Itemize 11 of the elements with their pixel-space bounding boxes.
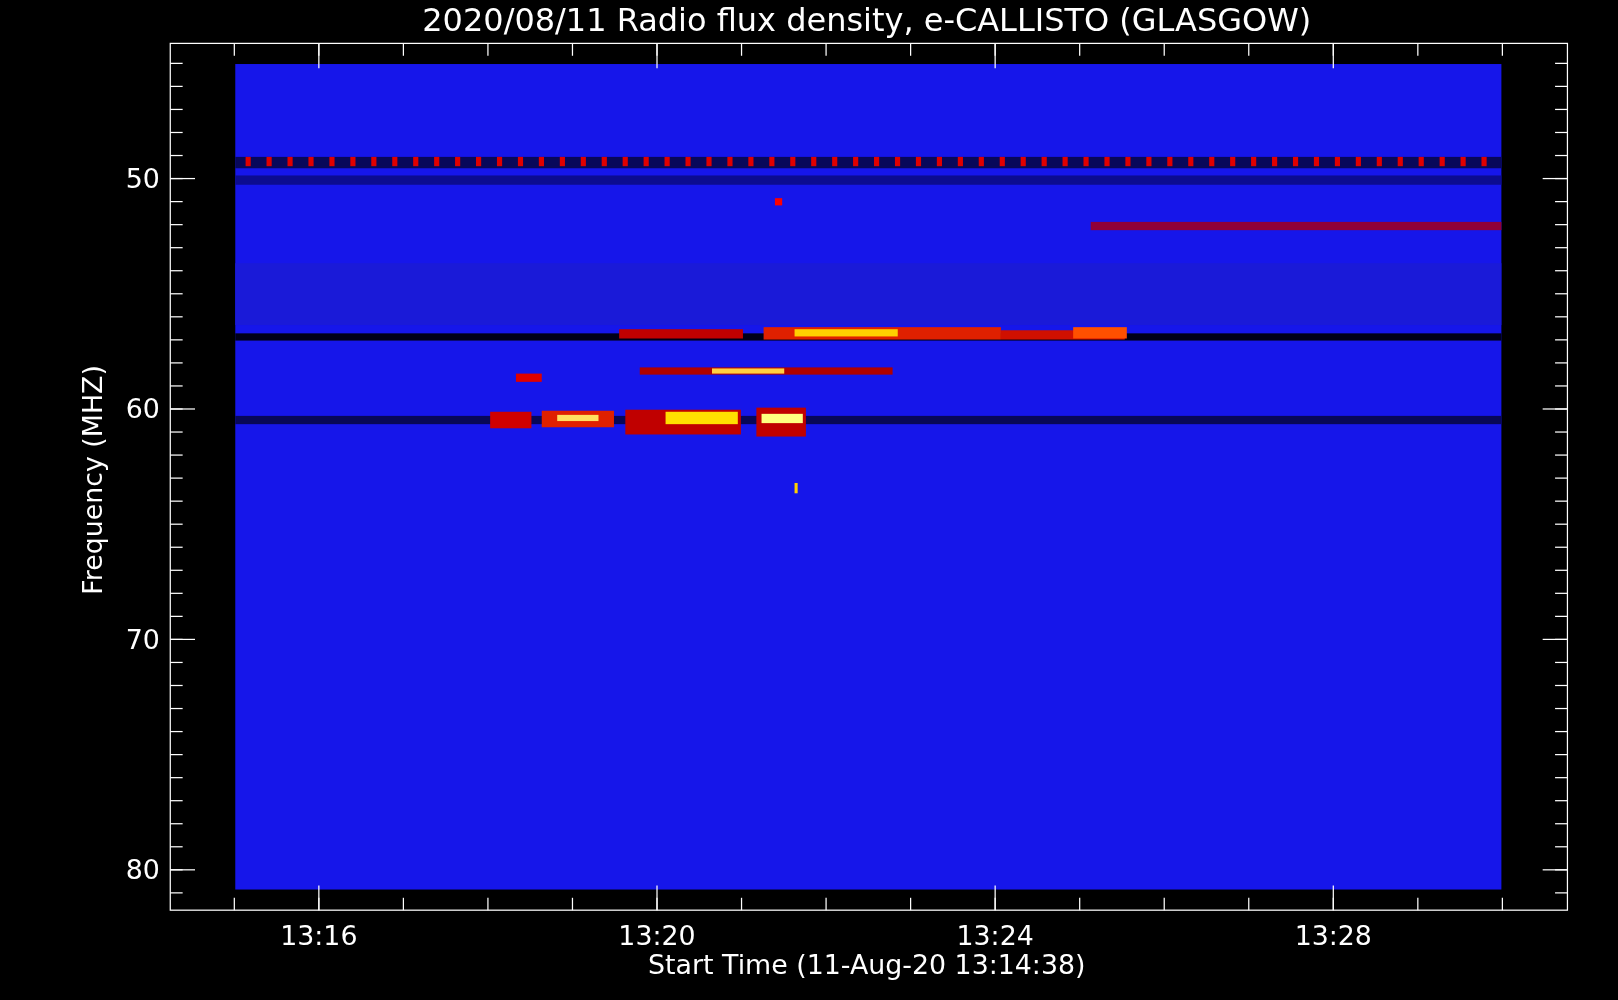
y-tick-label: 50 [125, 162, 160, 194]
x-tick-label: 13:20 [618, 920, 696, 952]
y-axis-label: Frequency (MHZ) [77, 365, 109, 595]
y-tick-label: 60 [125, 393, 160, 425]
y-tick-label: 70 [125, 623, 160, 655]
x-tick-label: 13:16 [280, 920, 358, 952]
x-tick-label: 13:28 [1294, 920, 1372, 952]
chart-title: 2020/08/11 Radio flux density, e-CALLISTO (GLASGOW) [422, 1, 1312, 39]
x-axis-label: Start Time (11-Aug-20 13:14:38) [648, 949, 1086, 981]
x-tick-label: 13:24 [956, 920, 1034, 952]
y-tick-label: 80 [125, 854, 160, 886]
